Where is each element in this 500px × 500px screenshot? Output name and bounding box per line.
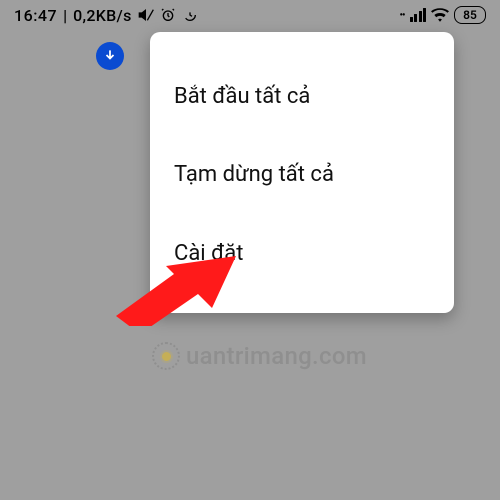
cellular-signal-icon	[410, 8, 427, 22]
menu-item-label: Tạm dừng tất cả	[174, 162, 334, 187]
progress-icon	[182, 7, 198, 23]
status-bar: 16:47 | 0,2KB/s ••	[0, 0, 500, 30]
bulb-icon	[152, 342, 180, 370]
battery-indicator: 85	[454, 6, 486, 24]
download-indicator-button[interactable]	[96, 42, 124, 70]
overflow-menu: Bắt đầu tất cả Tạm dừng tất cả Cài đặt	[150, 32, 454, 313]
menu-item-pause-all[interactable]: Tạm dừng tất cả	[150, 136, 454, 214]
signal-dots-icon: ••	[400, 10, 405, 21]
status-separator: |	[63, 6, 67, 25]
network-speed: 0,2KB/s	[73, 6, 132, 25]
menu-item-label: Bắt đầu tất cả	[174, 84, 310, 109]
status-left: 16:47 | 0,2KB/s	[14, 6, 198, 25]
watermark: uantrimang.com	[152, 342, 367, 370]
watermark-text: uantrimang.com	[186, 342, 367, 370]
menu-item-label: Cài đặt	[174, 241, 243, 266]
mute-icon	[138, 7, 154, 23]
menu-item-start-all[interactable]: Bắt đầu tất cả	[150, 58, 454, 136]
alarm-icon	[160, 7, 176, 23]
clock-time: 16:47	[14, 6, 57, 25]
menu-item-settings[interactable]: Cài đặt	[150, 215, 454, 293]
download-arrow-icon	[103, 47, 117, 66]
wifi-icon	[431, 8, 449, 22]
status-right: •• 85	[400, 6, 487, 24]
battery-percent: 85	[463, 8, 477, 22]
